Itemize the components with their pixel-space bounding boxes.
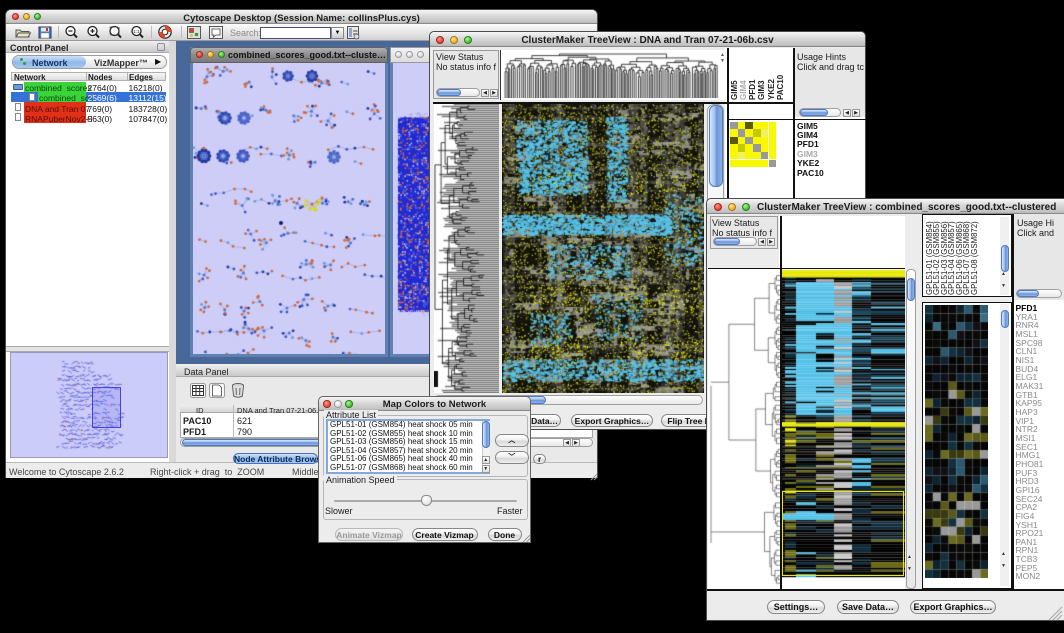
svg-text:1:1: 1:1: [133, 29, 140, 34]
